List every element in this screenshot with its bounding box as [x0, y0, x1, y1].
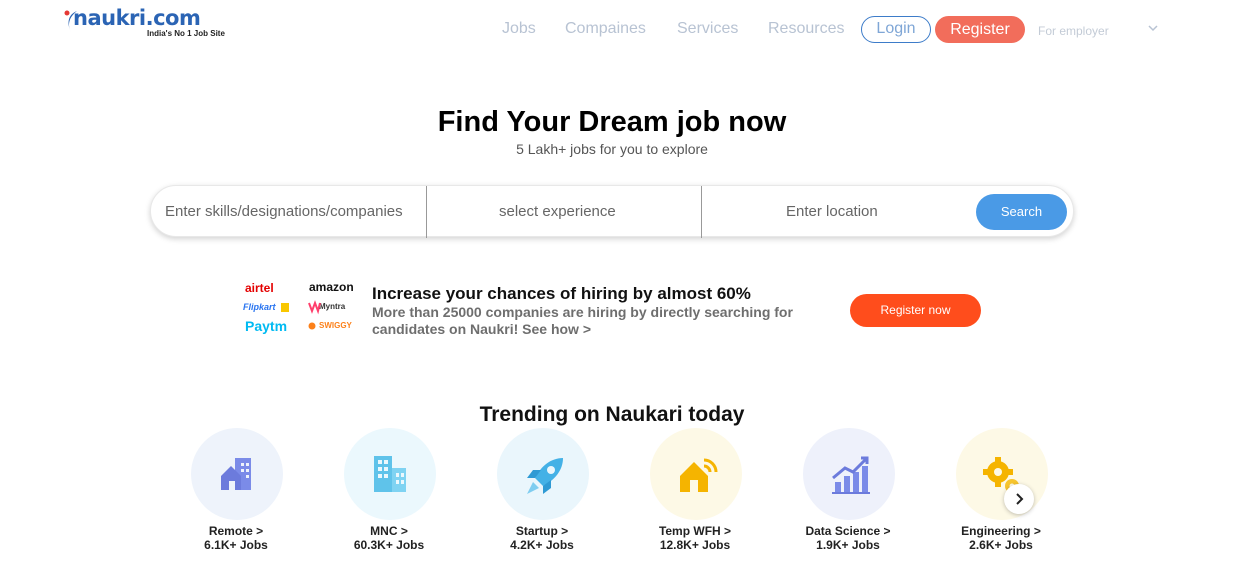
card-icon-circle — [344, 428, 436, 520]
page-subtitle: 5 Lakh+ jobs for you to explore — [516, 141, 708, 157]
card-label: Data Science > — [805, 524, 891, 538]
card-label: Remote > — [208, 524, 264, 538]
promo-title: Increase your chances of hiring by almos… — [372, 284, 751, 303]
card-icon-circle — [191, 428, 283, 520]
brand-marks-icon — [281, 300, 321, 330]
card-count: 4.2K+ Jobs — [510, 538, 574, 552]
promo-description: More than 25000 companies are hiring by … — [372, 304, 793, 320]
card-count: 12.8K+ Jobs — [659, 538, 731, 552]
naukri-logo[interactable]: naukri.com India's No 1 Job Site — [63, 6, 243, 42]
nav-resources[interactable]: Resources — [768, 20, 844, 38]
home-wifi-icon — [680, 458, 718, 492]
page-title: Find Your Dream job now — [437, 106, 787, 138]
nav-jobs[interactable]: Jobs — [502, 20, 536, 38]
trending-title: Trending on Naukari today — [479, 403, 745, 426]
card-label: Temp WFH > — [658, 524, 732, 538]
card-count: 6.1K+ Jobs — [204, 538, 268, 552]
trending-card-data-science[interactable]: Data Science > 1.9K+ Jobs — [788, 428, 908, 558]
search-divider — [701, 186, 702, 238]
experience-select[interactable]: select experience — [499, 186, 616, 238]
trending-card-engineering[interactable]: Engineering > 2.6K+ Jobs — [941, 428, 1061, 558]
card-label: MNC > — [370, 524, 408, 538]
building-icon — [221, 458, 251, 490]
search-button[interactable]: Search — [976, 194, 1067, 230]
search-divider — [426, 186, 427, 238]
nav-companies[interactable]: Compaines — [565, 20, 646, 38]
card-label: Engineering > — [961, 524, 1041, 538]
card-icon-circle — [650, 428, 742, 520]
job-search-bar: Enter skills/designations/companies sele… — [150, 185, 1074, 238]
card-count: 2.6K+ Jobs — [969, 538, 1033, 552]
growth-chart-icon — [832, 456, 870, 494]
nav-services[interactable]: Services — [677, 20, 738, 38]
card-icon-circle — [956, 428, 1048, 520]
card-label: Startup > — [515, 524, 569, 538]
office-tower-icon — [374, 456, 406, 492]
logo-text: naukri.com — [73, 6, 201, 30]
hiring-brands-logos: airtel amazon Flipkart Myntra Paytm SWIG… — [243, 280, 363, 336]
trending-card-temp-wfh[interactable]: Temp WFH > 12.8K+ Jobs — [635, 428, 755, 558]
card-count: 60.3K+ Jobs — [353, 538, 425, 552]
for-employer-link[interactable]: For employer — [1038, 24, 1109, 38]
promo-see-how-link[interactable]: candidates on Naukri! See how > — [372, 321, 591, 337]
logo-tagline: India's No 1 Job Site — [147, 29, 225, 38]
trending-card-remote[interactable]: Remote > 6.1K+ Jobs — [176, 428, 296, 558]
register-button[interactable]: Register — [935, 16, 1025, 43]
card-count: 1.9K+ Jobs — [816, 538, 880, 552]
skills-input[interactable]: Enter skills/designations/companies — [165, 186, 403, 238]
trending-card-mnc[interactable]: MNC > 60.3K+ Jobs — [329, 428, 449, 558]
carousel-next-button[interactable] — [1004, 484, 1034, 514]
card-icon-circle — [497, 428, 589, 520]
card-icon-circle — [803, 428, 895, 520]
location-input[interactable]: Enter location — [786, 186, 878, 238]
login-button[interactable]: Login — [861, 16, 931, 43]
trending-card-startup[interactable]: Startup > 4.2K+ Jobs — [482, 428, 602, 558]
chevron-right-icon — [1016, 493, 1024, 505]
rocket-icon — [527, 458, 563, 494]
register-now-button[interactable]: Register now — [850, 294, 981, 327]
chevron-down-icon[interactable] — [1147, 22, 1159, 34]
